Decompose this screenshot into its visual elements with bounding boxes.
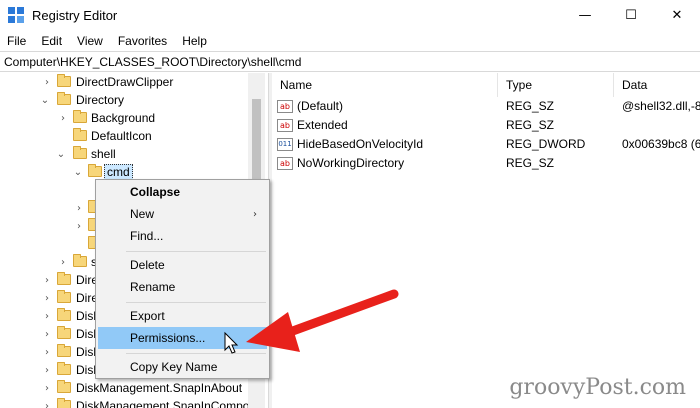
annotation-overlay [224,289,399,354]
watermark: groovyPost.com [509,375,686,400]
red-arrow-icon [246,289,399,352]
mouse-pointer-icon [224,331,239,354]
